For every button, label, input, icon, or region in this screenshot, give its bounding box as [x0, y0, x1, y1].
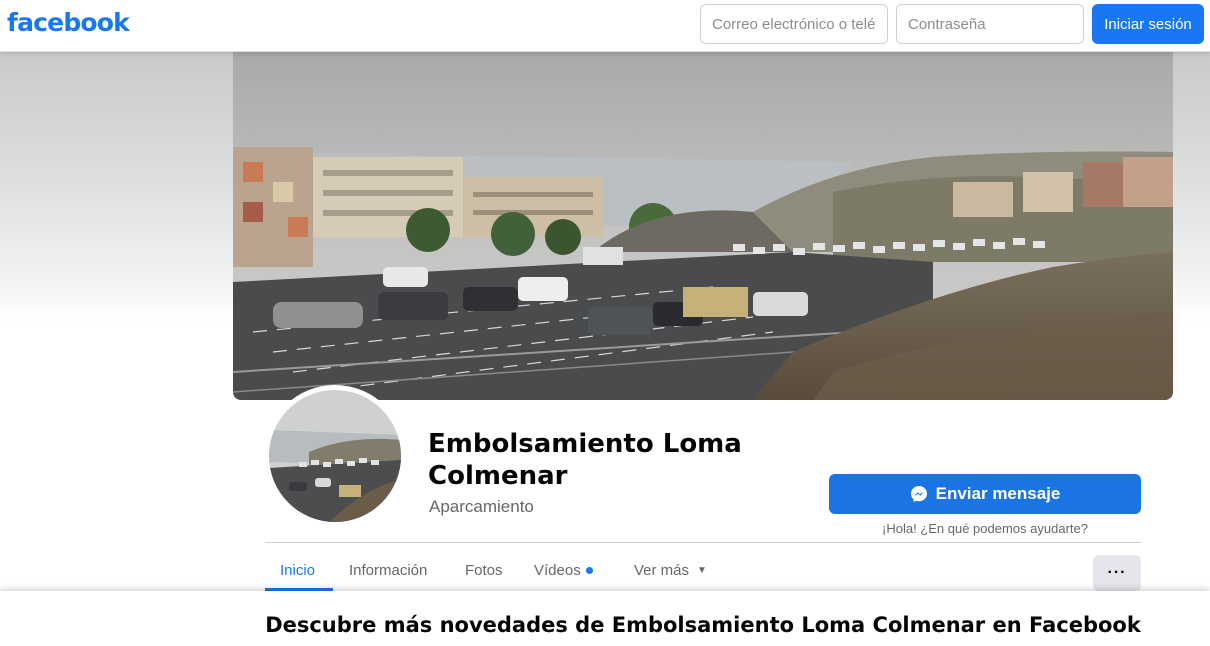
top-navbar: facebook Iniciar sesión: [0, 0, 1210, 52]
message-hint: ¡Hola! ¿En qué podemos ayudarte?: [882, 521, 1088, 536]
tab-informacion[interactable]: Información: [349, 562, 427, 579]
new-content-dot-icon: [585, 566, 593, 574]
page-title: Embolsamiento Loma Colmenar: [428, 429, 742, 491]
login-button[interactable]: Iniciar sesión: [1092, 4, 1204, 44]
email-field[interactable]: [700, 4, 888, 44]
tab-fotos[interactable]: Fotos: [465, 562, 503, 579]
caret-down-icon: ▼: [697, 564, 707, 576]
page-category: Aparcamiento: [429, 497, 534, 516]
send-message-label: Enviar mensaje: [935, 484, 1061, 503]
tab-videos-label: Vídeos: [534, 562, 581, 579]
tab-inicio[interactable]: Inicio: [280, 562, 315, 579]
login-prompt-banner: Descubre más novedades de Embolsamiento …: [0, 591, 1210, 646]
more-options-button[interactable]: ···: [1093, 555, 1141, 591]
facebook-logo[interactable]: facebook: [7, 8, 130, 37]
divider: [265, 542, 1141, 543]
banner-text: Descubre más novedades de Embolsamiento …: [265, 613, 1141, 637]
profile-avatar[interactable]: [269, 390, 401, 522]
messenger-icon: [910, 485, 928, 503]
tab-ver-mas-label: Ver más: [634, 562, 690, 579]
send-message-button[interactable]: Enviar mensaje: [829, 474, 1141, 514]
tab-ver-mas[interactable]: Ver más ▼: [634, 562, 707, 579]
cover-photo[interactable]: [233, 52, 1173, 400]
password-field[interactable]: [896, 4, 1084, 44]
tab-videos[interactable]: Vídeos: [534, 562, 593, 579]
